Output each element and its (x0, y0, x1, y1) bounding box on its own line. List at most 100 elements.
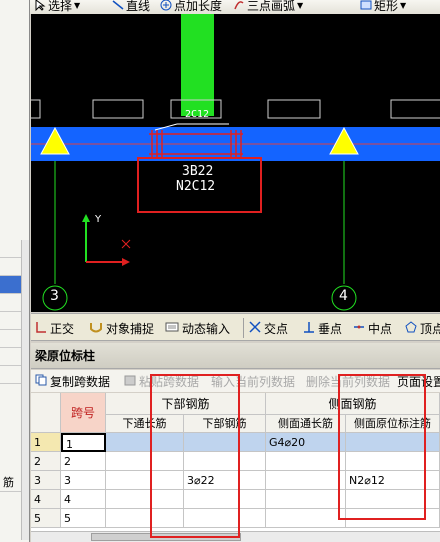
chevron-down-icon[interactable]: ▼ (297, 1, 303, 10)
page-setup-button[interactable]: 页面设置 (397, 373, 440, 389)
side-through-cell[interactable] (266, 452, 346, 471)
side-through-cell[interactable] (266, 490, 346, 509)
snap-toolbar: 正交 对象捕捉 动态输入 交点 垂点 中点 顶点 (31, 313, 440, 341)
left-panel-row[interactable] (0, 258, 22, 276)
ucs-y-label: Y (95, 214, 102, 225)
bottom-cell[interactable] (184, 452, 266, 471)
left-panel-row[interactable] (0, 366, 22, 384)
bottom-through-cell[interactable] (106, 452, 184, 471)
bottom-through-cell[interactable] (106, 433, 184, 452)
row-number[interactable]: 1 (31, 433, 61, 452)
left-panel-row[interactable] (0, 330, 22, 348)
group-header-side: 侧面钢筋 (266, 393, 440, 415)
page-setup-label: 页面设置 (397, 374, 440, 389)
ucs-arrow (122, 258, 130, 266)
rectangle-icon (360, 0, 372, 11)
chevron-down-icon[interactable]: ▼ (400, 1, 406, 10)
intersection-label: 交点 (264, 321, 289, 336)
magnet-icon (89, 321, 103, 336)
scroll-thumb[interactable] (91, 533, 241, 541)
line-button[interactable]: 直线 (112, 0, 150, 13)
side-orig-cell[interactable] (346, 490, 440, 509)
cad-drawing (31, 14, 440, 311)
vertex-snap[interactable]: 顶点 (405, 319, 440, 337)
copy-icon (35, 374, 47, 389)
span-cell[interactable]: 1 (61, 433, 106, 452)
left-panel-row[interactable] (0, 294, 22, 312)
arc3-button[interactable]: 三点画弧 ▼ (233, 0, 303, 13)
cad-canvas[interactable]: 2C12 3B22 N2C12 3 4 Y (31, 14, 440, 312)
bottom-cell[interactable]: 3⌀22 (184, 471, 266, 490)
table-action-bar: 复制跨数据 粘贴跨数据 输入当前列数据 删除当前列数据 页面设置 (31, 370, 440, 392)
side-through-cell[interactable] (266, 471, 346, 490)
bottom-cell[interactable] (184, 509, 266, 528)
left-panel-row[interactable] (0, 312, 22, 330)
paste-icon (124, 374, 136, 389)
input-column-button[interactable]: 输入当前列数据 (211, 373, 295, 389)
axis-label-left: 3 (50, 288, 59, 304)
point-length-button[interactable]: 点加长度 (160, 0, 222, 13)
row-number[interactable]: 5 (31, 509, 61, 528)
table-horizontal-scrollbar[interactable] (31, 531, 440, 542)
column-header[interactable]: 侧面原位标注筋 (346, 415, 440, 433)
bottom-through-cell[interactable] (106, 490, 184, 509)
chevron-down-icon[interactable]: ▼ (74, 1, 80, 10)
row-number[interactable]: 2 (31, 452, 61, 471)
delete-column-button[interactable]: 删除当前列数据 (306, 373, 390, 389)
left-panel-scrollbar[interactable] (21, 240, 29, 540)
side-orig-cell[interactable] (346, 452, 440, 471)
column-shape[interactable] (181, 14, 214, 116)
bottom-through-cell[interactable] (106, 471, 184, 490)
side-orig-cell[interactable] (346, 509, 440, 528)
span-cell[interactable]: 3 (61, 471, 106, 490)
vertex-label: 顶点 (420, 321, 440, 336)
column-header[interactable]: 侧面通长筋 (266, 415, 346, 433)
left-panel-row-selected[interactable] (0, 276, 22, 294)
plus-circle-icon (160, 0, 172, 11)
row-number[interactable]: 3 (31, 471, 61, 490)
side-orig-cell[interactable]: N2⌀12 (346, 471, 440, 490)
rect-button[interactable]: 矩形 ▼ (360, 0, 406, 13)
object-snap-toggle[interactable]: 对象捕捉 (89, 319, 154, 337)
midpoint-snap[interactable]: 中点 (353, 319, 392, 337)
side-through-cell[interactable]: G4⌀20 (266, 433, 346, 452)
beam-rebar-table: 跨号 下部钢筋 侧面钢筋 下通长筋 下部钢筋 侧面通长筋 侧面原位标注筋 1 1… (31, 393, 440, 531)
left-panel-row[interactable] (0, 348, 22, 366)
ortho-toggle[interactable]: 正交 (35, 319, 74, 337)
side-through-cell[interactable] (266, 509, 346, 528)
input-column-label: 输入当前列数据 (211, 374, 296, 389)
span-cell[interactable]: 4 (61, 490, 106, 509)
left-panel-row[interactable] (0, 240, 22, 258)
keyboard-icon (165, 321, 179, 336)
row-number[interactable]: 4 (31, 490, 61, 509)
bottom-cell[interactable] (184, 490, 266, 509)
intersection-snap[interactable]: 交点 (249, 319, 288, 337)
column-header[interactable]: 下通长筋 (106, 415, 184, 433)
select-button[interactable]: 选择 ▼ (34, 0, 80, 13)
annotation-line1: 3B22 (182, 164, 214, 179)
beam-outline (390, 99, 440, 119)
side-orig-cell[interactable] (346, 433, 440, 452)
copy-span-button[interactable]: 复制跨数据 (35, 373, 110, 389)
toolbar-separator (243, 318, 244, 338)
beam-top-label: 2C12 (185, 109, 210, 120)
ortho-icon (35, 321, 47, 336)
intersection-icon (249, 320, 261, 336)
span-header[interactable]: 跨号 (61, 393, 106, 433)
panel-title: 梁原位标柱 (31, 343, 440, 369)
bottom-cell[interactable] (184, 433, 266, 452)
paste-span-button[interactable]: 粘贴跨数据 (124, 373, 199, 389)
arc3-label: 三点画弧 (247, 0, 296, 13)
annotation-line2: N2C12 (176, 179, 216, 194)
dynamic-input-toggle[interactable]: 动态输入 (165, 319, 230, 337)
bottom-through-cell[interactable] (106, 509, 184, 528)
left-panel-row[interactable]: 筋 (0, 474, 22, 492)
span-cell[interactable]: 2 (61, 452, 106, 471)
axis-label-right: 4 (339, 288, 348, 304)
object-snap-label: 对象捕捉 (106, 321, 155, 336)
span-cell[interactable]: 5 (61, 509, 106, 528)
perpendicular-snap[interactable]: 垂点 (303, 319, 342, 337)
ucs-x-mark (121, 239, 131, 249)
draw-toolbar: 选择 ▼ 直线 点加长度 三点画弧 ▼ 矩形 ▼ (30, 0, 440, 14)
column-header[interactable]: 下部钢筋 (184, 415, 266, 433)
